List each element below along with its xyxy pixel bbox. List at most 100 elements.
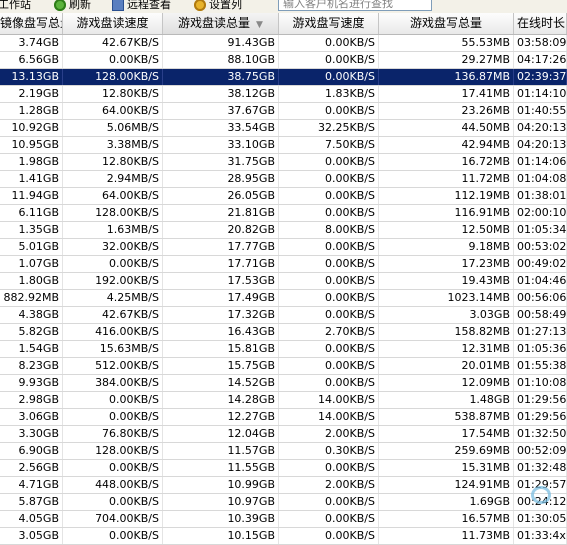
column-header-game-write-total[interactable]: 游戏盘写总量 bbox=[379, 13, 514, 34]
table-cell: 02:00:10 bbox=[514, 205, 567, 221]
table-cell: 5.06MB/S bbox=[63, 120, 163, 136]
table-row[interactable]: 6.11GB 128.00KB/S 21.81GB 0.00KB/S 116.91MB 0… bbox=[0, 205, 567, 222]
table-cell: 112.19MB bbox=[379, 188, 514, 204]
table-cell: 3.05GB bbox=[0, 528, 63, 544]
table-cell: 1.80GB bbox=[0, 273, 63, 289]
table-row[interactable]: 4.71GB 448.00KB/S 10.99GB 2.00KB/S 124.91MB 0… bbox=[0, 477, 567, 494]
table-row[interactable]: 1.07GB 0.00KB/S 17.71GB 0.00KB/S 17.23MB 00:4… bbox=[0, 256, 567, 273]
table-cell: 0.00KB/S bbox=[63, 460, 163, 476]
table-row[interactable]: 2.56GB 0.00KB/S 11.55GB 0.00KB/S 15.31MB 01:3… bbox=[0, 460, 567, 477]
table-cell: 124.91MB bbox=[379, 477, 514, 493]
table-cell: 0.00KB/S bbox=[279, 256, 379, 272]
column-header-game-read-total[interactable]: 游戏盘读总量 ▼ bbox=[163, 13, 279, 34]
table-cell: 1.69GB bbox=[379, 494, 514, 510]
table-cell: 136.87MB bbox=[379, 69, 514, 85]
column-header-label: 镜像盘写总量 bbox=[0, 16, 62, 30]
table-row[interactable]: 5.82GB 416.00KB/S 16.43GB 2.70KB/S 158.82MB 0… bbox=[0, 324, 567, 341]
table-cell: 0.00KB/S bbox=[279, 528, 379, 544]
column-header-mirror-write-total[interactable]: 镜像盘写总量 bbox=[0, 13, 63, 34]
table-cell: 17.71GB bbox=[163, 256, 279, 272]
table-row[interactable]: 4.38GB 42.67KB/S 17.32GB 0.00KB/S 3.03GB 00:5… bbox=[0, 307, 567, 324]
column-header-label: 游戏盘读总量 bbox=[178, 16, 251, 30]
remote-view-button[interactable]: 远程查看 bbox=[112, 0, 171, 12]
table-row[interactable]: 1.80GB 192.00KB/S 17.53GB 0.00KB/S 19.43MB 01… bbox=[0, 273, 567, 290]
column-header-label: 游戏盘写速度 bbox=[292, 16, 365, 30]
table-cell: 00:49:02 bbox=[514, 256, 567, 272]
table-row[interactable]: 13.13GB 128.00KB/S 38.75GB 0.00KB/S 136.87MB… bbox=[0, 69, 567, 86]
table-row[interactable]: 1.54GB 15.63MB/S 15.81GB 0.00KB/S 12.31MB 01:… bbox=[0, 341, 567, 358]
table-row[interactable]: 3.05GB 0.00KB/S 10.15GB 0.00KB/S 11.73MB 01:3… bbox=[0, 528, 567, 545]
table-row[interactable]: 11.94GB 64.00KB/S 26.05GB 0.00KB/S 112.19MB 0… bbox=[0, 188, 567, 205]
table-cell: 26.05GB bbox=[163, 188, 279, 204]
table-cell: 2.00KB/S bbox=[279, 477, 379, 493]
table-cell: 76.80KB/S bbox=[63, 426, 163, 442]
table-cell: 20.82GB bbox=[163, 222, 279, 238]
table-cell: 10.92GB bbox=[0, 120, 63, 136]
table-cell: 01:55:38 bbox=[514, 358, 567, 374]
refresh-button[interactable]: 刷新 bbox=[54, 0, 91, 12]
table-cell: 0.00KB/S bbox=[279, 511, 379, 527]
table-cell: 12.27GB bbox=[163, 409, 279, 425]
table-cell: 1.63MB/S bbox=[63, 222, 163, 238]
table-row[interactable]: 3.06GB 0.00KB/S 12.27GB 14.00KB/S 538.87MB 01… bbox=[0, 409, 567, 426]
table-row[interactable]: 1.35GB 1.63MB/S 20.82GB 8.00KB/S 12.50MB 01:0… bbox=[0, 222, 567, 239]
table-cell: 17.23MB bbox=[379, 256, 514, 272]
table-cell: 0.00KB/S bbox=[279, 460, 379, 476]
workstation-button[interactable]: 工作站 bbox=[0, 0, 31, 12]
table-row[interactable]: 2.19GB 12.80KB/S 38.12GB 1.83KB/S 17.41MB 01:… bbox=[0, 86, 567, 103]
table-row[interactable]: 1.98GB 12.80KB/S 31.75GB 0.00KB/S 16.72MB 01:… bbox=[0, 154, 567, 171]
table-cell: 0.30KB/S bbox=[279, 443, 379, 459]
set-columns-label: 设置列 bbox=[209, 0, 242, 11]
table-cell: 1023.14MB bbox=[379, 290, 514, 306]
table-row[interactable]: 882.92MB 4.25MB/S 17.49GB 0.00KB/S 1023.14MB… bbox=[0, 290, 567, 307]
table-cell: 33.10GB bbox=[163, 137, 279, 153]
table-row[interactable]: 1.28GB 64.00KB/S 37.67GB 0.00KB/S 23.26MB 01:… bbox=[0, 103, 567, 120]
table-cell: 38.75GB bbox=[163, 69, 279, 85]
refresh-label: 刷新 bbox=[69, 0, 91, 11]
table-row[interactable]: 4.05GB 704.00KB/S 10.39GB 0.00KB/S 16.57MB 01… bbox=[0, 511, 567, 528]
table-cell: 00:52:09 bbox=[514, 443, 567, 459]
table-cell: 04:17:26 bbox=[514, 52, 567, 68]
table-cell: 01:05:36 bbox=[514, 341, 567, 357]
client-table-body: 3.74GB 42.67KB/S 91.43GB 0.00KB/S 55.53MB 03:… bbox=[0, 35, 567, 545]
table-row[interactable]: 10.95GB 3.38MB/S 33.10GB 7.50KB/S 42.94MB 04:… bbox=[0, 137, 567, 154]
table-cell: 3.38MB/S bbox=[63, 137, 163, 153]
table-cell: 1.41GB bbox=[0, 171, 63, 187]
table-row[interactable]: 3.74GB 42.67KB/S 91.43GB 0.00KB/S 55.53MB 03:… bbox=[0, 35, 567, 52]
table-row[interactable]: 6.90GB 128.00KB/S 11.57GB 0.30KB/S 259.69MB 0… bbox=[0, 443, 567, 460]
table-cell: 21.81GB bbox=[163, 205, 279, 221]
table-cell: 01:29:56 bbox=[514, 409, 567, 425]
table-cell: 01:27:13 bbox=[514, 324, 567, 340]
table-row[interactable]: 9.93GB 384.00KB/S 14.52GB 0.00KB/S 12.09MB 01… bbox=[0, 375, 567, 392]
table-cell: 0.00KB/S bbox=[279, 205, 379, 221]
table-cell: 01:38:01 bbox=[514, 188, 567, 204]
set-columns-button[interactable]: 设置列 bbox=[194, 0, 242, 12]
table-cell: 1.83KB/S bbox=[279, 86, 379, 102]
table-row[interactable]: 10.92GB 5.06MB/S 33.54GB 32.25KB/S 44.50MB 04… bbox=[0, 120, 567, 137]
table-cell: 17.49GB bbox=[163, 290, 279, 306]
table-header: 镜像盘写总量 游戏盘读速度 游戏盘读总量 ▼ 游戏盘写速度 游戏盘写总量 在线时长 bbox=[0, 13, 567, 35]
table-row[interactable]: 5.87GB 0.00KB/S 10.97GB 0.00KB/S 1.69GB 00:24… bbox=[0, 494, 567, 511]
table-cell: 64.00KB/S bbox=[63, 188, 163, 204]
table-row[interactable]: 6.56GB 0.00KB/S 88.10GB 0.00KB/S 29.27MB 04:1… bbox=[0, 52, 567, 69]
table-row[interactable]: 5.01GB 32.00KB/S 17.77GB 0.00KB/S 9.18MB 00:5… bbox=[0, 239, 567, 256]
table-row[interactable]: 1.41GB 2.94MB/S 28.95GB 0.00KB/S 11.72MB 01:0… bbox=[0, 171, 567, 188]
column-header-game-read-speed[interactable]: 游戏盘读速度 bbox=[63, 13, 163, 34]
table-cell: 5.87GB bbox=[0, 494, 63, 510]
table-cell: 0.00KB/S bbox=[63, 528, 163, 544]
table-cell: 1.35GB bbox=[0, 222, 63, 238]
table-row[interactable]: 8.23GB 512.00KB/S 15.75GB 0.00KB/S 20.01MB 01… bbox=[0, 358, 567, 375]
table-cell: 32.00KB/S bbox=[63, 239, 163, 255]
table-row[interactable]: 3.30GB 76.80KB/S 12.04GB 2.00KB/S 17.54MB 01:… bbox=[0, 426, 567, 443]
table-cell: 33.54GB bbox=[163, 120, 279, 136]
column-header-online-duration[interactable]: 在线时长 bbox=[514, 13, 567, 34]
table-cell: 0.00KB/S bbox=[279, 154, 379, 170]
table-cell: 0.00KB/S bbox=[279, 341, 379, 357]
table-cell: 3.03GB bbox=[379, 307, 514, 323]
search-input[interactable] bbox=[278, 0, 432, 11]
table-cell: 42.67KB/S bbox=[63, 35, 163, 51]
table-cell: 0.00KB/S bbox=[63, 392, 163, 408]
table-cell: 20.01MB bbox=[379, 358, 514, 374]
table-row[interactable]: 2.98GB 0.00KB/S 14.28GB 14.00KB/S 1.48GB 01:2… bbox=[0, 392, 567, 409]
column-header-game-write-speed[interactable]: 游戏盘写速度 bbox=[279, 13, 379, 34]
